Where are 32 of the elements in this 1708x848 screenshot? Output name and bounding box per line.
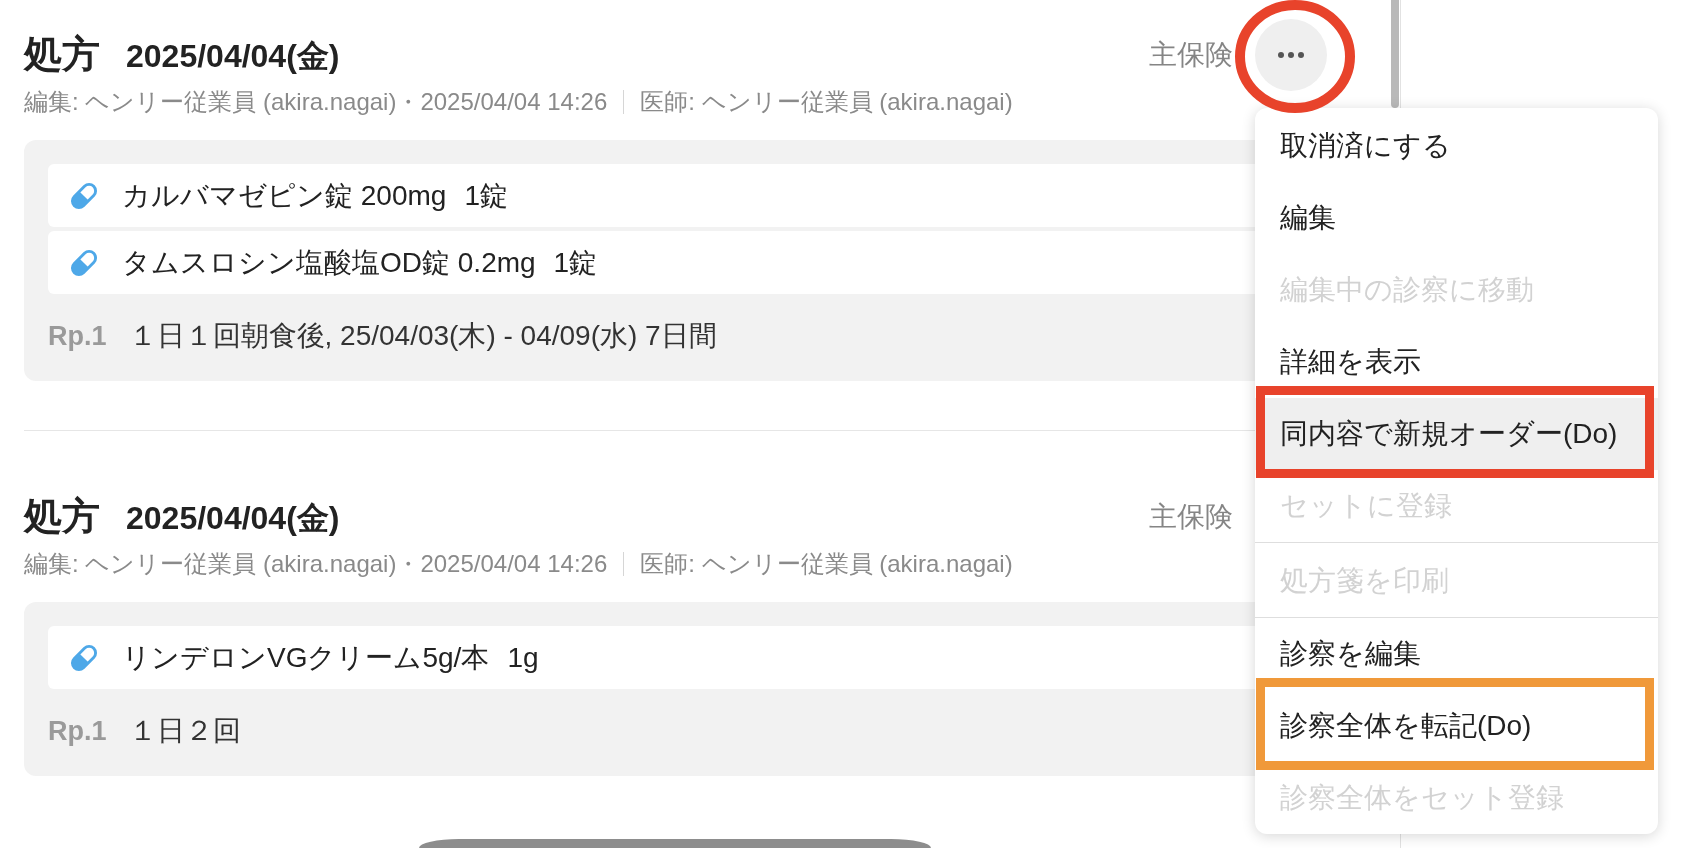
more-icon: [1278, 52, 1304, 58]
rp-label: Rp.1: [48, 714, 107, 748]
menu-item[interactable]: 同内容で新規オーダー(Do): [1255, 398, 1658, 470]
rp-label: Rp.1: [48, 319, 107, 353]
medication-name: タムスロシン塩酸塩OD錠 0.2mg: [122, 245, 536, 280]
pill-icon: [69, 247, 99, 278]
pill-icon: [69, 180, 99, 211]
pill-icon: [69, 642, 99, 673]
record-title: 処方: [24, 32, 100, 77]
editor-info: 編集: ヘンリー従業員 (akira.nagai)・2025/04/04 14:26: [24, 87, 608, 117]
medication-quantity: 1g: [507, 640, 539, 675]
menu-item[interactable]: 取消済にする: [1255, 110, 1658, 182]
medication-quantity: 1錠: [553, 245, 598, 280]
menu-item[interactable]: 診察全体を転記(Do): [1255, 690, 1658, 762]
menu-item[interactable]: 編集: [1255, 182, 1658, 254]
medication-name: リンデロンVGクリーム5g/本: [122, 640, 490, 675]
medication-name: カルバマゼピン錠 200mg: [122, 178, 447, 213]
doctor-info: 医師: ヘンリー従業員 (akira.nagai): [640, 549, 1013, 579]
record-date: 2025/04/04(金): [126, 37, 340, 76]
usage-text: １日２回: [128, 714, 241, 748]
menu-item[interactable]: 詳細を表示: [1255, 326, 1658, 398]
medication-quantity: 1錠: [464, 178, 508, 213]
more-button[interactable]: [1255, 19, 1327, 91]
insurance-label: 主保険: [1149, 38, 1233, 72]
record-date: 2025/04/04(金): [126, 499, 340, 538]
editor-info: 編集: ヘンリー従業員 (akira.nagai)・2025/04/04 14:26: [24, 549, 608, 579]
doctor-info: 医師: ヘンリー従業員 (akira.nagai): [640, 87, 1013, 117]
menu-item[interactable]: 診察を編集: [1255, 618, 1658, 690]
insurance-label: 主保険: [1149, 500, 1233, 534]
usage-text: １日１回朝食後, 25/04/03(木) - 04/09(水) 7日間: [128, 319, 717, 353]
scrollbar-thumb[interactable]: [1391, 0, 1399, 108]
record-title: 処方: [24, 494, 100, 539]
